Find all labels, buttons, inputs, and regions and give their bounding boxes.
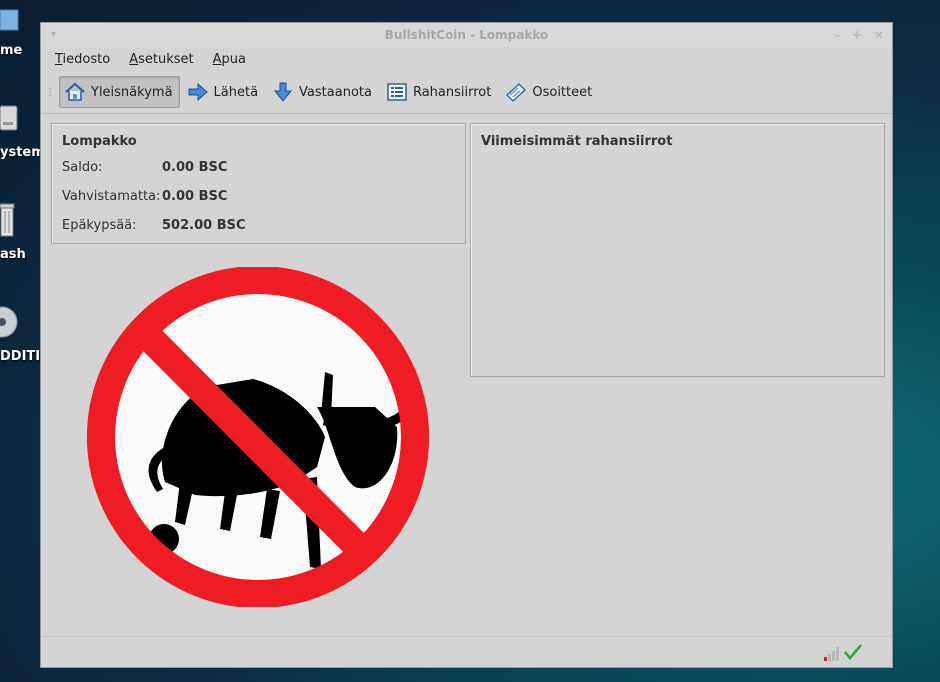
tab-send[interactable]: Lähetä <box>182 76 266 108</box>
desktop-icon-label: ystem <box>0 145 45 160</box>
unconfirmed-label: Vahvistamatta: <box>62 189 161 204</box>
window-title: BullshitCoin - Lompakko <box>384 28 549 42</box>
tab-overview[interactable]: Yleisnäkymä <box>59 76 180 108</box>
menu-bar: Tiedosto Asetukset Apua <box>41 47 892 71</box>
arrow-right-icon <box>188 82 208 102</box>
immature-value: 502.00 BSC <box>162 218 246 233</box>
minimize-button[interactable]: – <box>834 23 840 47</box>
tab-receive[interactable]: Vastaanota <box>267 76 379 108</box>
home-folder-icon <box>0 6 40 36</box>
menu-asetukset[interactable]: Asetukset <box>129 52 193 67</box>
window-menu-icon[interactable]: ▾ <box>51 23 56 47</box>
desktop-icon-label: me <box>0 43 23 58</box>
balance-label: Saldo: <box>62 160 103 175</box>
app-window: ▾ BullshitCoin - Lompakko – + × Tiedosto… <box>40 22 893 668</box>
immature-label: Epäkypsää: <box>62 218 137 233</box>
status-bar <box>41 636 892 667</box>
arrow-down-icon <box>274 82 293 102</box>
balance-value: 0.00 BSC <box>162 160 228 175</box>
recent-transactions-title: Viimeisimmät rahansiirrot <box>481 134 673 149</box>
home-icon <box>65 82 85 101</box>
list-icon <box>387 83 407 101</box>
menu-tiedosto[interactable]: Tiedosto <box>55 52 110 67</box>
toolbar: ⋮ Yleisnäkymä Lähetä Vastaanota Rahansii… <box>41 71 892 114</box>
unconfirmed-value: 0.00 BSC <box>162 189 228 204</box>
toolbar-grip-icon[interactable]: ⋮ <box>45 87 55 98</box>
tab-addresses[interactable]: Osoitteet <box>500 76 599 108</box>
disc-icon <box>0 306 40 342</box>
menu-apua[interactable]: Apua <box>213 52 246 67</box>
synced-check-icon[interactable] <box>844 643 862 661</box>
title-bar[interactable]: ▾ BullshitCoin - Lompakko – + × <box>41 23 892 47</box>
trash-icon <box>0 202 40 242</box>
drive-icon <box>0 104 40 136</box>
tab-transactions[interactable]: Rahansiirrot <box>381 76 498 108</box>
recent-transactions-panel: Viimeisimmät rahansiirrot <box>470 123 885 377</box>
signal-bars-icon[interactable] <box>824 645 842 661</box>
wallet-title: Lompakko <box>62 134 137 149</box>
maximize-button[interactable]: + <box>852 23 862 47</box>
no-bullshit-logo <box>87 267 429 607</box>
desktop-icon-label: ash <box>0 247 26 262</box>
close-button[interactable]: × <box>874 23 884 47</box>
address-book-icon <box>506 83 527 102</box>
wallet-panel: Lompakko Saldo: 0.00 BSC Vahvistamatta: … <box>51 123 466 244</box>
